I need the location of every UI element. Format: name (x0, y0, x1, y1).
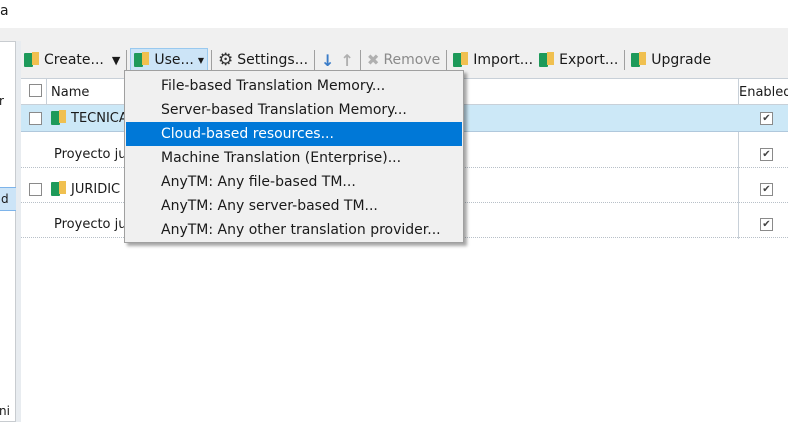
settings-label: Settings... (237, 52, 309, 68)
enabled-checkbox[interactable]: ✔ (760, 112, 773, 125)
gear-icon: ⚙ (218, 50, 234, 70)
divider (446, 50, 448, 70)
divider (314, 50, 316, 70)
move-up-button[interactable]: ↑ (337, 48, 356, 72)
row-name: Proyecto ju (54, 217, 127, 232)
menu-item-anytm-file[interactable]: AnyTM: Any file-based TM... (125, 170, 463, 194)
remove-button[interactable]: ✖ Remove (364, 48, 443, 72)
upgrade-button[interactable]: Upgrade (628, 48, 714, 72)
enabled-checkbox[interactable]: ✔ (760, 148, 773, 161)
divider (359, 50, 361, 70)
column-header-enabled[interactable]: Enabled (739, 85, 788, 100)
menu-item-cloud-based-resources[interactable]: Cloud-based resources... (126, 122, 462, 146)
divider (211, 50, 213, 70)
arrow-down-icon: ↓ (321, 50, 335, 70)
row-checkbox[interactable] (29, 183, 42, 196)
row-name: TECNICA (71, 111, 128, 126)
settings-button[interactable]: ⚙ Settings... (215, 48, 311, 72)
tm-icon (51, 181, 67, 197)
enabled-checkbox[interactable]: ✔ (760, 218, 773, 231)
upgrade-icon (631, 52, 647, 68)
left-panel: r d ni (0, 41, 16, 422)
title-strip: a (0, 0, 788, 28)
row-name: JURIDIC (71, 182, 121, 197)
enabled-checkbox[interactable]: ✔ (760, 183, 773, 196)
use-button[interactable]: Use... ▼ (130, 48, 209, 72)
left-panel-selected-item[interactable]: d (0, 187, 16, 211)
left-panel-text: ni (0, 404, 10, 418)
menu-item-anytm-server[interactable]: AnyTM: Any server-based TM... (125, 194, 463, 218)
title-fragment: a (0, 3, 9, 19)
menu-item-anytm-other[interactable]: AnyTM: Any other translation provider... (125, 218, 463, 242)
row-name: Proyecto ju (54, 147, 127, 162)
use-dropdown-menu: File-based Translation Memory... Server-… (124, 70, 464, 243)
upgrade-label: Upgrade (651, 52, 712, 68)
remove-label: Remove (383, 52, 441, 68)
create-label: Create... (44, 52, 104, 68)
export-label: Export... (559, 52, 619, 68)
dropdown-arrow-icon: ▼ (197, 55, 205, 65)
divider (126, 50, 128, 70)
export-icon (539, 52, 555, 68)
use-label: Use... (154, 52, 194, 68)
tm-icon (24, 52, 40, 68)
import-icon (453, 52, 469, 68)
tm-icon (51, 110, 67, 126)
select-all-checkbox[interactable] (29, 84, 42, 97)
column-header-name[interactable]: Name (51, 85, 89, 100)
divider (624, 50, 626, 70)
menu-item-file-based-tm[interactable]: File-based Translation Memory... (125, 74, 463, 98)
export-button[interactable]: Export... (536, 48, 621, 72)
dropdown-arrow-icon[interactable]: ▼ (112, 54, 120, 67)
menu-item-machine-translation[interactable]: Machine Translation (Enterprise)... (125, 146, 463, 170)
import-button[interactable]: Import... (450, 48, 536, 72)
tm-icon (134, 52, 150, 68)
create-button[interactable]: Create... ▼ (21, 48, 123, 72)
remove-x-icon: ✖ (366, 51, 380, 69)
menu-item-server-based-tm[interactable]: Server-based Translation Memory... (125, 98, 463, 122)
left-panel-text: r (0, 94, 4, 108)
arrow-up-icon: ↑ (340, 50, 354, 70)
move-down-button[interactable]: ↓ (318, 48, 337, 72)
import-label: Import... (473, 52, 534, 68)
row-checkbox[interactable] (29, 112, 42, 125)
